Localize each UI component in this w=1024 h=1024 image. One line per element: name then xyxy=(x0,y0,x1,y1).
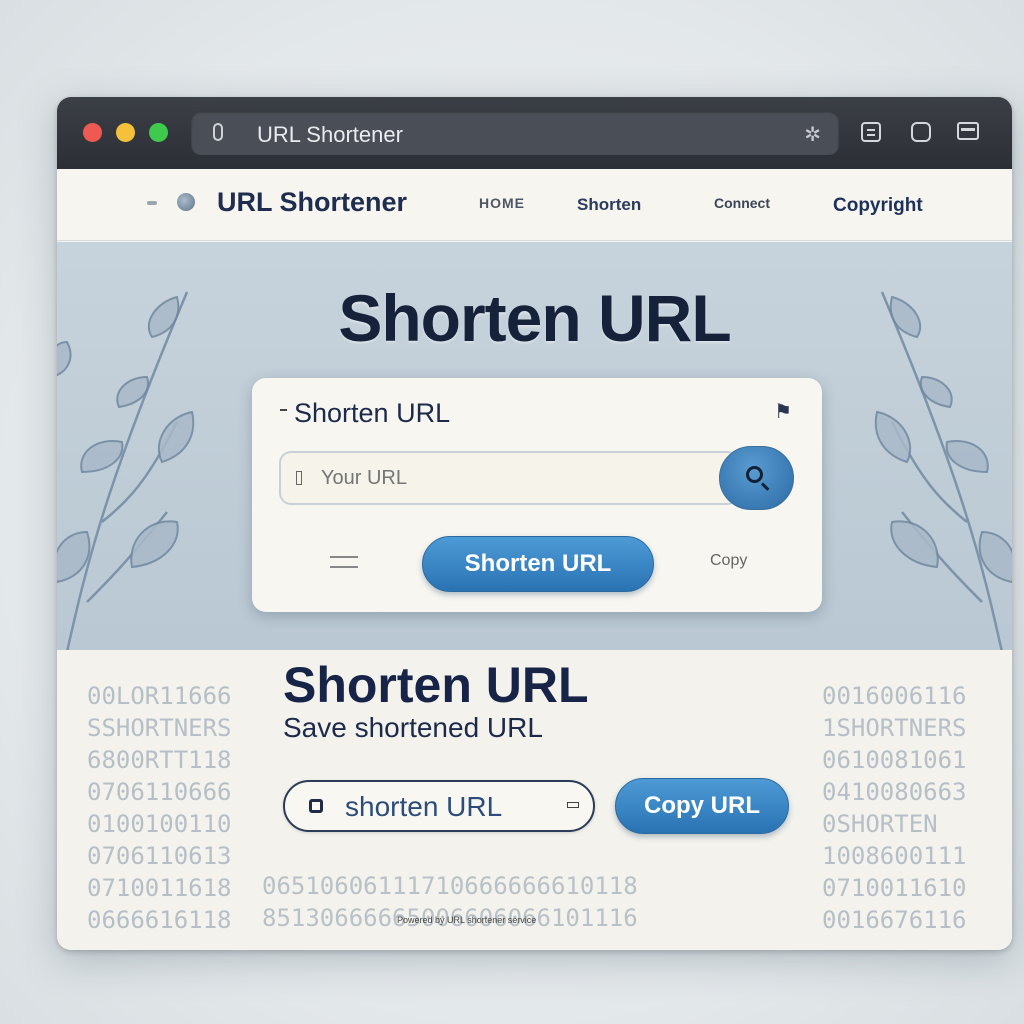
logo-icon[interactable] xyxy=(177,193,195,211)
puzzle-icon[interactable]: ✲ xyxy=(804,122,821,147)
sidebar-icon[interactable] xyxy=(957,122,979,140)
tabs-icon[interactable] xyxy=(861,122,881,142)
short-url-text: shorten URL xyxy=(345,791,503,822)
browser-window: URL Shortener ✲ URL Shortener HOME Short… xyxy=(57,97,1012,950)
menu-icon[interactable] xyxy=(147,201,157,205)
result-subtitle: Save shortened URL xyxy=(283,712,543,743)
hero-section: Shorten URL Shorten URL ⚑ Shorten URL Co… xyxy=(57,242,1012,650)
link-icon xyxy=(296,471,302,485)
binary-left-line: 00LOR11666 xyxy=(87,682,232,710)
site-navbar: URL Shortener HOME Shorten Connect Copyr… xyxy=(57,169,1012,241)
binary-left-line: 0100100110 xyxy=(87,810,232,838)
nav-link-connect[interactable]: Connect xyxy=(714,195,770,211)
flag-icon[interactable]: ⚑ xyxy=(774,399,792,424)
site-brand[interactable]: URL Shortener xyxy=(217,187,407,218)
search-icon xyxy=(746,466,763,483)
shorten-card: Shorten URL ⚑ Shorten URL Copy xyxy=(252,378,822,612)
footnote: Powered by URL shortener service xyxy=(397,915,537,925)
binary-decoration-left: 00LOR11666 SSHORTNERS 6800RTT118 0706110666… xyxy=(87,680,232,936)
minimize-window-button[interactable] xyxy=(116,123,135,142)
card-title: Shorten URL xyxy=(294,398,451,428)
hero-title: Shorten URL xyxy=(338,281,731,355)
binary-left-line: 0666616118 xyxy=(87,906,232,934)
binary-right-line: 0SHORTEN xyxy=(822,810,938,838)
binary-right-line: 1SHORTNERS xyxy=(822,714,967,742)
binary-right-line: 1008600111 xyxy=(822,842,967,870)
zoom-window-button[interactable] xyxy=(149,123,168,142)
binary-right-line: 0610081061 xyxy=(822,746,967,774)
short-url-field[interactable]: shorten URL xyxy=(283,780,595,832)
binary-left-line: SSHORTNERS xyxy=(87,714,232,742)
address-bar[interactable]: URL Shortener ✲ xyxy=(191,111,839,155)
search-button[interactable] xyxy=(719,446,794,510)
binary-right-line: 0016006116 xyxy=(822,682,967,710)
nav-link-copyright[interactable]: Copyright xyxy=(833,195,923,217)
binary-decoration-bottom: 06510606111710666666610118 xyxy=(262,872,638,900)
binary-left-line: 0710011618 xyxy=(87,874,232,902)
clipboard-icon[interactable] xyxy=(567,802,579,808)
close-window-button[interactable] xyxy=(83,123,102,142)
result-title: Shorten URL xyxy=(283,657,589,713)
menu-icon[interactable] xyxy=(330,556,358,568)
nav-link-home[interactable]: HOME xyxy=(479,195,525,211)
copy-url-button[interactable]: Copy URL xyxy=(615,778,789,834)
tab-title: URL Shortener xyxy=(257,122,403,147)
binary-decoration-right: 0016006116 1SHORTNERS 0610081061 0410080663… xyxy=(822,680,967,936)
bookmark-icon[interactable] xyxy=(911,122,931,142)
title-bar: URL Shortener ✲ xyxy=(57,97,1012,169)
binary-left-line: 0706110613 xyxy=(87,842,232,870)
binary-right-line: 0410080663 xyxy=(822,778,967,806)
binary-left-line: 6800RTT118 xyxy=(87,746,232,774)
copy-label[interactable]: Copy xyxy=(710,552,747,570)
binary-right-line: 0710011610 xyxy=(822,874,967,902)
link-icon xyxy=(309,799,323,813)
nav-link-shorten[interactable]: Shorten xyxy=(577,195,641,215)
binary-left-line: 0706110666 xyxy=(87,778,232,806)
card-dash-icon xyxy=(280,409,287,411)
binary-right-line: 0016676116 xyxy=(822,906,967,934)
result-section: 00LOR11666 SSHORTNERS 6800RTT118 0706110666… xyxy=(57,650,1012,950)
shorten-url-button[interactable]: Shorten URL xyxy=(422,536,654,592)
url-input[interactable] xyxy=(279,451,739,505)
lock-icon xyxy=(213,123,223,141)
